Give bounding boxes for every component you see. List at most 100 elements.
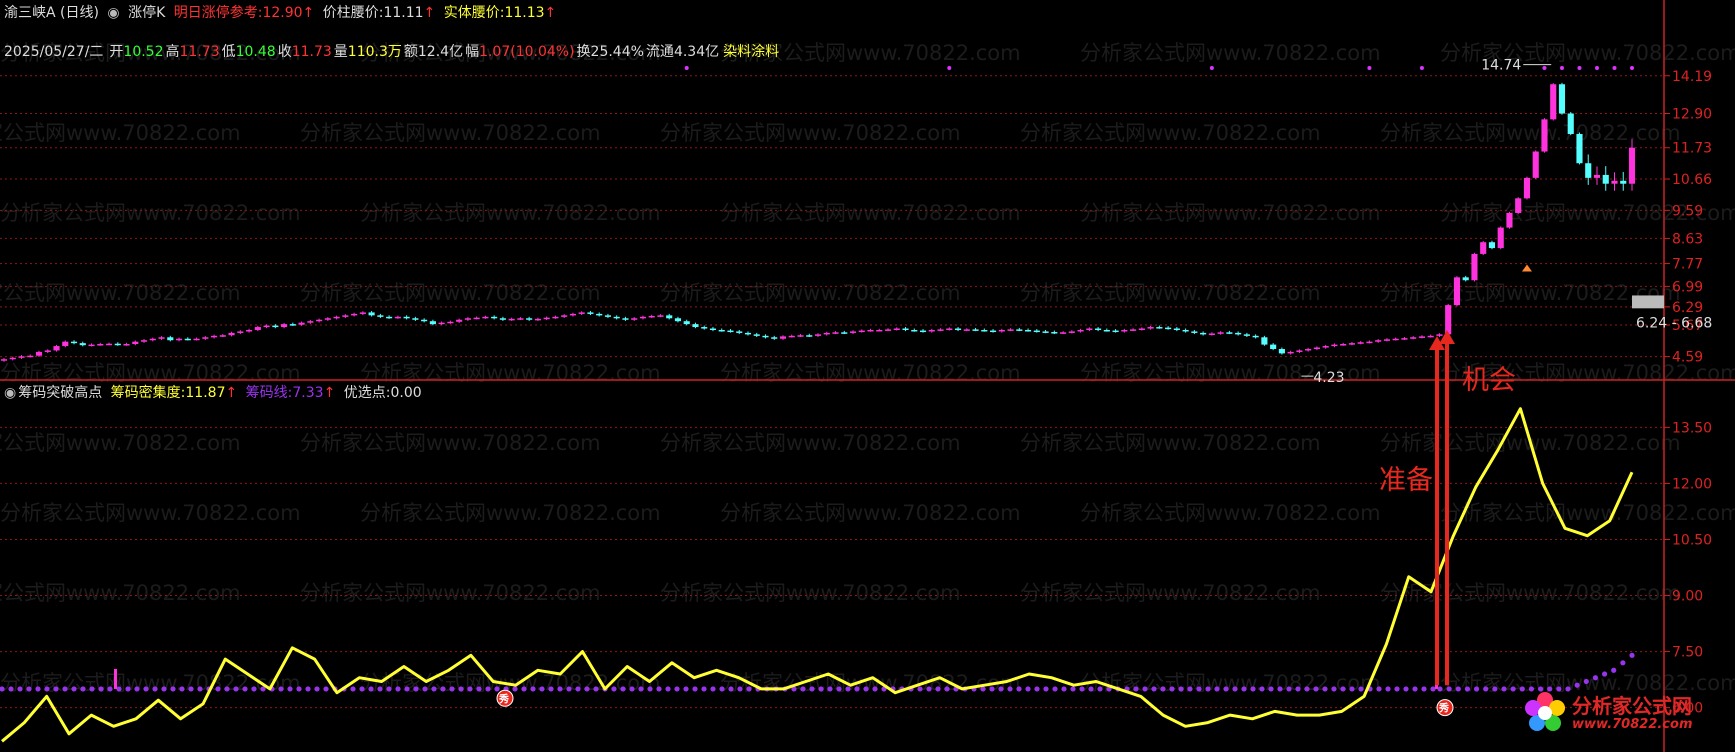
info-bar: 2025/05/27/二 开10.52 高11.73 低10.48 收11.73 量110… (4, 43, 783, 61)
settings-icon[interactable]: ◉ (4, 385, 16, 401)
candle-body (1593, 174, 1601, 178)
indicator-name[interactable]: 涨停K (128, 5, 165, 21)
chip-line-dot (1421, 686, 1427, 692)
candle-body (281, 324, 288, 328)
chip-line-dot (1620, 660, 1626, 666)
candle-body (324, 318, 331, 320)
low-label: 低 (221, 44, 236, 60)
chip-line-dot (737, 686, 743, 692)
chip-line-dot (188, 686, 194, 692)
chip-line-dot (1394, 686, 1400, 692)
chart-window: { "colors": {"up":"#ff33dd","down":"#55f… (0, 0, 1735, 752)
chip-line-dot (1483, 686, 1489, 692)
candle-body (140, 340, 148, 342)
candle-body (552, 316, 559, 319)
chip-line-dot (1079, 686, 1085, 692)
chip-line-dot (1430, 686, 1436, 692)
watermark-text: 分析家公式网www.70822.com (0, 501, 301, 525)
limit-value: 12.90 (262, 5, 303, 21)
candle-body (622, 318, 629, 320)
settings-icon[interactable]: ◉ (107, 5, 119, 21)
candle-body (44, 350, 51, 352)
candle-body (202, 337, 209, 339)
candle-body (1016, 329, 1023, 331)
candle-body (683, 321, 690, 325)
chip-line-dot (1313, 686, 1319, 692)
bottom-indicator-name[interactable]: 筹码突破高点 (18, 385, 102, 401)
candle-body (613, 316, 620, 319)
chip-line-dot (98, 686, 104, 692)
turn-value: 25.44% (590, 44, 644, 60)
signal-dot (1542, 66, 1547, 70)
candle-body (639, 316, 647, 319)
candle-body (1558, 84, 1566, 114)
candle-body (1322, 346, 1329, 348)
stock-name[interactable]: 渝三峡A (日线) (4, 5, 99, 21)
candle-body (175, 338, 183, 341)
candle-body (788, 335, 795, 338)
chip-line-dot (314, 686, 320, 692)
y-tick-label: 12.90 (1672, 107, 1712, 123)
open-value: 10.52 (123, 44, 164, 60)
chip-line-dot (35, 686, 41, 692)
candle-body (578, 312, 585, 314)
logo-url: www.70822.com (1572, 716, 1693, 732)
y-tick-label: 6.99 (1672, 279, 1703, 295)
candle-body (97, 344, 104, 346)
chip-line-dot (800, 686, 806, 692)
chip-line-dot (305, 686, 311, 692)
float-label: 流通 (645, 44, 674, 60)
candle-body (596, 313, 603, 316)
candle-body (1418, 336, 1425, 338)
chip-line-dot (62, 686, 68, 692)
candle-body (1296, 350, 1303, 352)
candle-body (1357, 342, 1364, 344)
chip-line-dot (818, 686, 824, 692)
chip-line-dot (1340, 686, 1346, 692)
up-arrow-icon: ↑ (225, 385, 238, 401)
chip-line-dot (494, 686, 500, 692)
watermark-text: 分析家公式网www.70822.com (1080, 201, 1381, 225)
candle-body (316, 319, 323, 322)
candle-body (972, 329, 979, 331)
candle-body (1523, 177, 1531, 199)
signal-dot (947, 66, 952, 70)
candle-body (1462, 277, 1469, 281)
candle-body (1550, 84, 1557, 120)
high-value: 11.73 (179, 44, 220, 60)
amt-value: 12.4亿 (417, 44, 464, 60)
chip-line-dot (359, 686, 365, 692)
candle-body (53, 346, 60, 351)
signal-marker-label: 秀 (498, 692, 509, 705)
chip-line-dot (998, 686, 1004, 692)
chip-line-dot (1583, 678, 1589, 685)
sector[interactable]: 染料涂料 (723, 44, 779, 60)
chip-line-dot (179, 686, 185, 692)
candle-body (648, 315, 655, 318)
candle-body (421, 319, 428, 322)
candle-body (412, 318, 419, 320)
chip-line-dot (674, 686, 680, 692)
chip-line-dot (1437, 686, 1443, 692)
candle-body (1506, 212, 1513, 228)
chip-line-dot (1259, 686, 1265, 692)
candle-body (1156, 327, 1163, 329)
chip-line-dot (1025, 686, 1031, 692)
candle-body (1611, 180, 1618, 184)
chip-line-dot (1241, 686, 1247, 692)
chip-line-dot (404, 686, 410, 692)
candle-body (841, 332, 848, 334)
chip-line-dot (44, 686, 50, 692)
watermark-text: 分析家公式网www.70822.com (0, 581, 241, 605)
candle-body (762, 335, 769, 338)
candle-body (1488, 242, 1496, 249)
candle-body (998, 329, 1005, 332)
chip-line-dot (1178, 686, 1184, 692)
chip-line-dot (134, 686, 140, 692)
candle-body (1112, 330, 1119, 333)
chip-line-dot (548, 686, 554, 692)
watermark-text: 分析家公式网www.70822.com (720, 501, 1021, 525)
candle-body (674, 318, 682, 322)
chip-line-dot (1592, 675, 1599, 681)
chip-line-dot (521, 686, 527, 692)
